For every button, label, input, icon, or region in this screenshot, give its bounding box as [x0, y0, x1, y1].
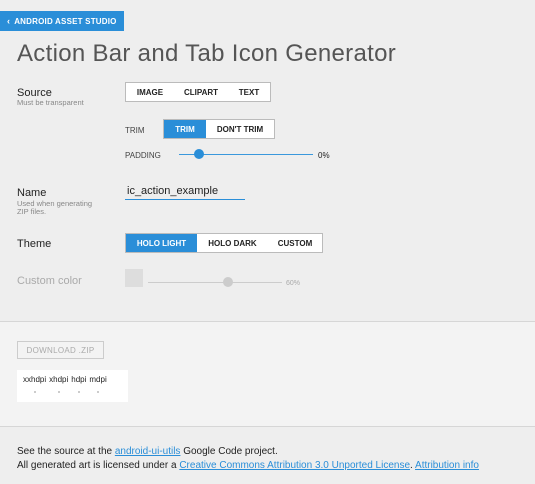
name-sublabel-line2: ZIP files. [17, 207, 47, 216]
android-asset-studio-button[interactable]: ‹ ANDROID ASSET STUDIO [0, 11, 124, 31]
density-preview-panel: xxhdpi xhdpi hdpi mdpi [17, 370, 128, 402]
footer-text: All generated art is licensed under a [17, 460, 180, 471]
license-link[interactable]: Creative Commons Attribution 3.0 Unporte… [179, 460, 410, 471]
custom-color-label: Custom color [17, 275, 82, 287]
android-ui-utils-link[interactable]: android-ui-utils [115, 446, 181, 457]
density-label: hdpi [71, 375, 87, 384]
padding-label: PADDING [125, 151, 161, 160]
page-title: Action Bar and Tab Icon Generator [17, 40, 397, 67]
footer-license-line: All generated art is licensed under a Cr… [17, 460, 479, 471]
padding-slider-thumb[interactable] [194, 149, 204, 159]
chevron-left-icon: ‹ [7, 16, 11, 26]
preview-icon [97, 391, 100, 393]
name-label: Name [17, 187, 47, 199]
source-sublabel: Must be transparent [17, 98, 84, 107]
trim-selector: TRIM DON'T TRIM [163, 119, 275, 139]
trim-label: TRIM [125, 126, 145, 135]
density-preview-mdpi: mdpi [89, 375, 107, 402]
source-clipart-option[interactable]: CLIPART [174, 83, 228, 101]
android-asset-studio-label: ANDROID ASSET STUDIO [14, 16, 117, 26]
color-opacity-slider-track[interactable] [148, 282, 282, 283]
footer-source-line: See the source at the android-ui-utils G… [17, 446, 278, 457]
attribution-info-link[interactable]: Attribution info [415, 460, 479, 471]
theme-label: Theme [17, 238, 52, 250]
color-opacity-slider-thumb[interactable] [223, 277, 234, 287]
density-preview-xxhdpi: xxhdpi [23, 375, 46, 402]
source-image-option[interactable]: IMAGE [126, 83, 174, 101]
theme-custom-option[interactable]: CUSTOM [268, 234, 322, 252]
density-label: mdpi [89, 375, 107, 384]
custom-color-swatch[interactable] [125, 269, 143, 287]
preview-icon [77, 391, 80, 393]
theme-holo-light-option[interactable]: HOLO LIGHT [126, 234, 197, 252]
color-opacity-value: 60% [286, 280, 301, 287]
density-preview-hdpi: hdpi [71, 375, 86, 402]
footer-text: See the source at the [17, 446, 115, 457]
trim-option[interactable]: TRIM [164, 120, 206, 138]
theme-selector: HOLO LIGHT HOLO DARK CUSTOM [125, 233, 323, 253]
density-label: xxhdpi [23, 375, 47, 384]
preview-icon [57, 391, 60, 393]
density-preview-xhdpi: xhdpi [49, 375, 68, 402]
dont-trim-option[interactable]: DON'T TRIM [206, 120, 274, 138]
footer-text: Google Code project. [180, 446, 278, 457]
theme-holo-dark-option[interactable]: HOLO DARK [197, 234, 268, 252]
density-label: xhdpi [49, 375, 69, 384]
padding-value: 0% [318, 151, 330, 160]
source-type-selector: IMAGE CLIPART TEXT [125, 82, 271, 102]
download-zip-button[interactable]: DOWNLOAD .ZIP [17, 341, 104, 359]
preview-icon [33, 391, 36, 393]
source-text-option[interactable]: TEXT [228, 83, 270, 101]
name-input[interactable] [125, 183, 245, 200]
section-divider-bottom [0, 426, 535, 427]
